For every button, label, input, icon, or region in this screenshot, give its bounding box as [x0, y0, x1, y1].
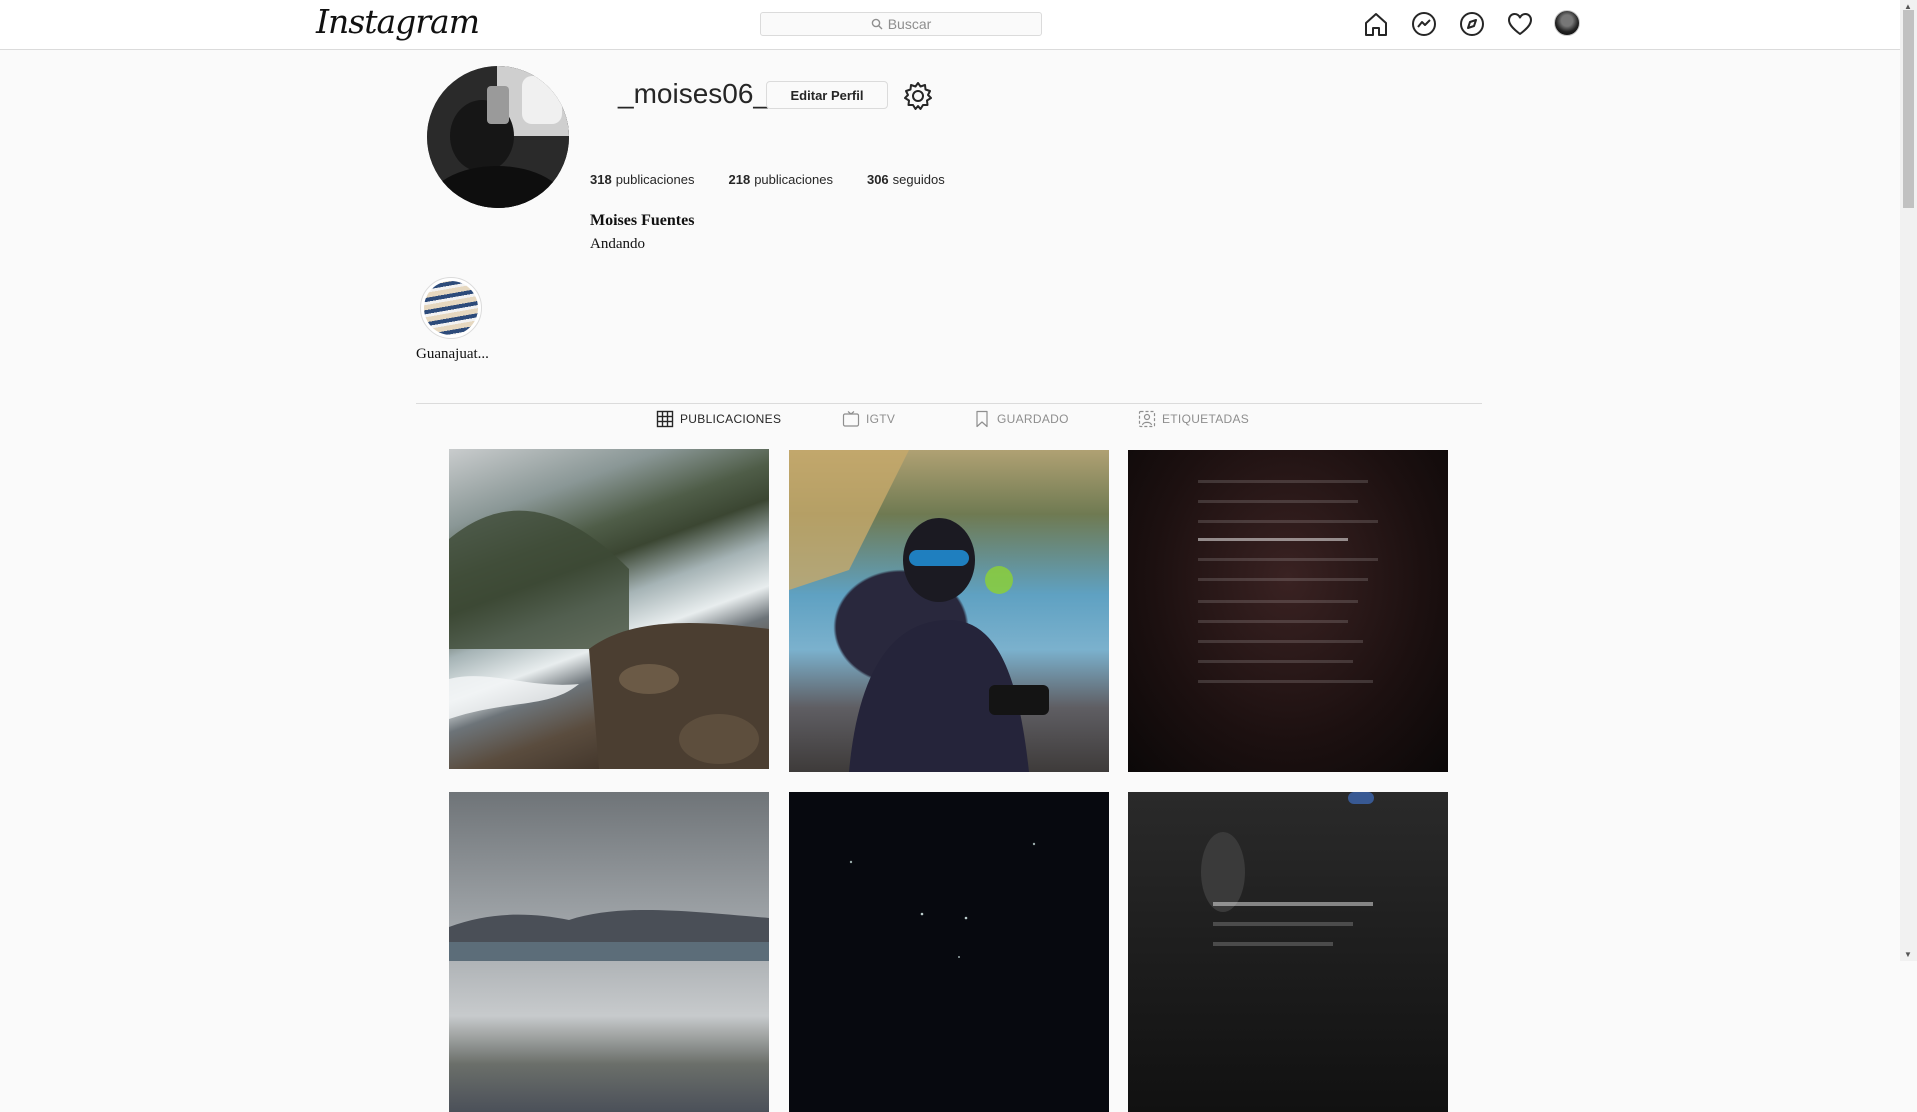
tab-publicaciones[interactable]: PUBLICACIONES — [656, 410, 781, 428]
scroll-down-icon[interactable]: ▼ — [1904, 950, 1912, 959]
post-thumbnail[interactable] — [1128, 450, 1448, 772]
blurred-text-line — [1198, 660, 1353, 663]
home-icon[interactable] — [1362, 10, 1390, 38]
nav-icons — [1362, 10, 1582, 38]
profile-username: _moises06_ — [618, 78, 769, 109]
blurred-text-line — [1198, 680, 1373, 683]
gear-icon[interactable] — [902, 80, 934, 112]
tab-label: ETIQUETADAS — [1162, 412, 1250, 426]
stat-label: publicaciones — [615, 172, 695, 187]
top-navigation-bar: Instagram Buscar — [0, 0, 1900, 50]
stat-count: 318 — [590, 172, 612, 187]
stat-count: 306 — [866, 172, 889, 187]
tab-guardado[interactable]: GUARDADO — [973, 410, 1069, 428]
stat-followers[interactable]: 218 publicaciones — [728, 172, 832, 187]
post-thumbnail[interactable] — [789, 450, 1109, 772]
edit-profile-button[interactable]: Editar Perfil — [766, 81, 888, 109]
instagram-logo[interactable]: Instagram — [316, 2, 480, 41]
post-thumbnail[interactable] — [449, 449, 769, 769]
blurred-text-line — [1198, 480, 1368, 483]
highlight-label: Guanajuat... — [416, 346, 489, 362]
divider — [416, 403, 1482, 404]
tab-igtv[interactable]: IGTV — [842, 410, 895, 428]
blurred-text-line — [1198, 578, 1368, 581]
avatar[interactable] — [1554, 10, 1582, 38]
tab-label: PUBLICACIONES — [680, 412, 782, 426]
profile-stats: 318 publicaciones 218 publicaciones 306 seg… — [590, 172, 979, 187]
story-highlight[interactable] — [420, 277, 482, 339]
stat-following[interactable]: 306 seguidos — [867, 172, 945, 187]
post-thumbnail[interactable] — [1128, 792, 1448, 1112]
post-thumbnail[interactable] — [789, 792, 1109, 1112]
profile-picture[interactable] — [427, 66, 569, 208]
explore-icon[interactable] — [1458, 10, 1486, 38]
search-placeholder: Buscar — [887, 16, 932, 32]
blurred-text-line — [1198, 640, 1363, 643]
grid-icon — [656, 410, 674, 428]
blurred-text-line — [1198, 520, 1378, 523]
stat-posts[interactable]: 318 publicaciones — [590, 172, 694, 187]
highlight-cover — [424, 281, 478, 335]
tv-icon — [842, 411, 860, 427]
bookmark-icon — [976, 410, 988, 428]
tab-label: GUARDADO — [997, 412, 1069, 426]
heart-icon[interactable] — [1506, 10, 1534, 38]
blurred-text-line — [1198, 620, 1348, 623]
blurred-text-line — [1198, 538, 1348, 541]
scrollbar[interactable]: ▲ ▼ — [1900, 0, 1917, 961]
blurred-text-line — [1198, 558, 1378, 561]
blurred-text-line — [1198, 600, 1358, 603]
post-thumbnail[interactable] — [449, 792, 769, 1112]
stat-label: publicaciones — [754, 172, 833, 187]
search-input[interactable]: Buscar — [760, 12, 1042, 36]
profile-bio: Andando — [590, 236, 645, 252]
stat-label: seguidos — [892, 172, 945, 187]
messenger-icon[interactable] — [1410, 10, 1438, 38]
profile-full-name: Moises Fuentes — [590, 212, 695, 229]
scrollbar-thumb[interactable] — [1903, 10, 1914, 208]
blurred-text-line — [1198, 500, 1358, 503]
search-icon — [871, 18, 883, 30]
tagged-user-icon — [1138, 410, 1156, 428]
stat-count: 218 — [728, 172, 751, 187]
tab-label: IGTV — [866, 412, 896, 426]
tab-etiquetadas[interactable]: ETIQUETADAS — [1138, 410, 1249, 428]
